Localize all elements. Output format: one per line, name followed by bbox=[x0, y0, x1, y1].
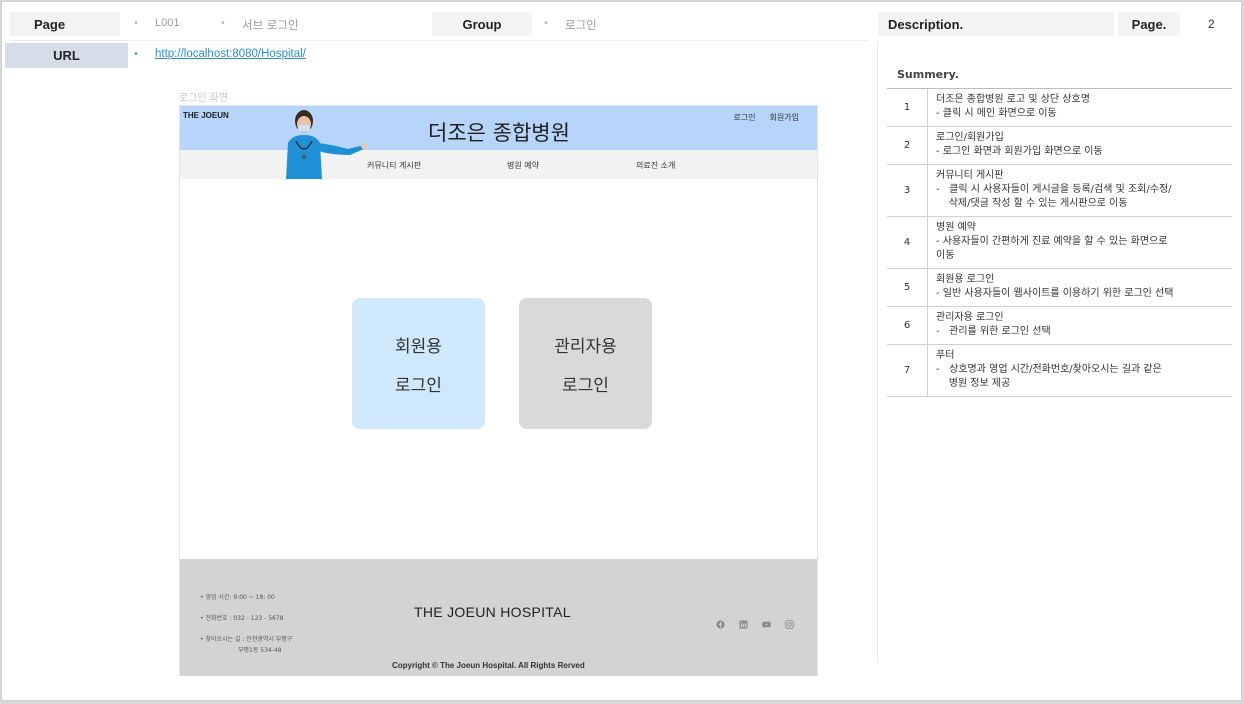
summary-line: 커뮤니티 게시판 bbox=[936, 170, 1004, 181]
login-screen-mockup: THE JOEUN 더조은 종합병원 로그인 회원가입 커뮤니티 게시판 병원 … bbox=[179, 105, 818, 676]
summary-line: - 일반 사용자들이 웹사이트를 이용하기 위한 로그인 선택 bbox=[936, 288, 1174, 299]
summary-row: 1 더조은 종합병원 로고 및 상단 상호명 - 클릭 시 메인 화면으로 이동 bbox=[887, 89, 1232, 127]
instagram-icon[interactable] bbox=[785, 614, 794, 629]
footer-address: • 찾아오시는 길 : 인천광역시 부평구 bbox=[200, 636, 293, 643]
linkedin-icon[interactable] bbox=[739, 614, 748, 629]
admin-login-button[interactable]: 관리자용 로그인 bbox=[519, 298, 652, 429]
summary-line: 관리자용 로그인 bbox=[936, 312, 1004, 323]
summary-row-text: 로그인/회원가입 - 로그인 화면과 회원가입 화면으로 이동 bbox=[928, 127, 1232, 164]
member-login-button[interactable]: 회원용 로그인 bbox=[352, 298, 485, 429]
member-login-line1: 회원용 bbox=[395, 336, 442, 357]
summary-line: - 클릭 시 사용자들이 게시글을 등록/검색 및 조회/수정/ bbox=[936, 184, 1172, 195]
summary-row-number: 5 bbox=[887, 269, 928, 306]
summary-line: 병원 예약 bbox=[936, 222, 976, 233]
nav-reservation[interactable]: 병원 예약 bbox=[507, 160, 539, 171]
brand-logo[interactable]: THE JOEUN bbox=[183, 111, 229, 120]
page-label: Page bbox=[10, 12, 120, 36]
admin-login-line2: 로그인 bbox=[562, 375, 609, 396]
group-value: 로그인 bbox=[565, 18, 597, 32]
description-label: Description. bbox=[878, 12, 1114, 36]
footer-phone: • 전화번호 : 032 - 123 - 5678 bbox=[200, 615, 284, 622]
footer-copyright: Copyright © The Joeun Hospital. All Righ… bbox=[392, 661, 585, 670]
bullet: • bbox=[543, 18, 549, 29]
social-links bbox=[716, 614, 794, 629]
summary-row: 6 관리자용 로그인 - 관리를 위한 로그인 선택 bbox=[887, 307, 1232, 345]
login-link[interactable]: 로그인 bbox=[733, 112, 755, 123]
summary-row: 4 병원 예약 - 사용자들이 간편하게 진료 예약을 할 수 있는 화면으로이동 bbox=[887, 217, 1232, 269]
summary-row-text: 커뮤니티 게시판 - 클릭 시 사용자들이 게시글을 등록/검색 및 조회/수정/… bbox=[928, 165, 1232, 216]
summary-table: 1 더조은 종합병원 로고 및 상단 상호명 - 클릭 시 메인 화면으로 이동 2 로… bbox=[887, 88, 1232, 397]
page-name: 서브 로그인 bbox=[242, 18, 299, 32]
summary-row-text: 회원용 로그인 - 일반 사용자들이 웹사이트를 이용하기 위한 로그인 선택 bbox=[928, 269, 1232, 306]
url-label: URL bbox=[5, 43, 128, 68]
summary-row-number: 2 bbox=[887, 127, 928, 164]
summary-row-number: 1 bbox=[887, 89, 928, 126]
hospital-title[interactable]: 더조은 종합병원 bbox=[428, 117, 570, 147]
storyboard-page: Page • L001 • 서브 로그인 Group • 로그인 Descrip… bbox=[1, 1, 1242, 701]
summary-line: - 클릭 시 메인 화면으로 이동 bbox=[936, 108, 1057, 119]
footer-hours: • 영업 시간: 9:00 ~ 18: 00 bbox=[200, 594, 275, 601]
footer-address-2: 부평1동 534-48 bbox=[238, 647, 282, 654]
bullet: • bbox=[133, 49, 139, 60]
summary-line: - 상호명과 영업 시간/전화번호/찾아오시는 길과 같은 bbox=[936, 364, 1162, 375]
page-id: L001 bbox=[155, 17, 180, 29]
signup-link[interactable]: 회원가입 bbox=[770, 112, 799, 123]
page-number: 2 bbox=[1208, 17, 1215, 31]
summary-line: 회원용 로그인 bbox=[936, 274, 995, 285]
summary-line: 푸터 bbox=[936, 350, 955, 361]
nav-community[interactable]: 커뮤니티 게시판 bbox=[367, 160, 421, 171]
bullet: • bbox=[133, 18, 139, 29]
divider bbox=[10, 40, 868, 41]
summary-row-text: 더조은 종합병원 로고 및 상단 상호명 - 클릭 시 메인 화면으로 이동 bbox=[928, 89, 1232, 126]
summary-title: Summery. bbox=[897, 68, 959, 81]
summary-line: - 관리를 위한 로그인 선택 bbox=[936, 326, 1051, 337]
panel-divider bbox=[877, 42, 878, 662]
summary-row: 2 로그인/회원가입 - 로그인 화면과 회원가입 화면으로 이동 bbox=[887, 127, 1232, 165]
youtube-icon[interactable] bbox=[762, 614, 771, 628]
summary-line: 병원 정보 제공 bbox=[936, 378, 1011, 389]
summary-row-number: 6 bbox=[887, 307, 928, 344]
site-nav: 커뮤니티 게시판 병원 예약 의료진 소개 bbox=[180, 150, 817, 179]
summary-row-number: 4 bbox=[887, 217, 928, 268]
admin-login-line1: 관리자용 bbox=[554, 336, 617, 357]
doctor-illustration bbox=[286, 110, 367, 179]
screen-caption: 로그인 화면 bbox=[179, 93, 229, 104]
bullet: • bbox=[220, 18, 226, 29]
group-label: Group bbox=[432, 12, 532, 36]
top-links: 로그인 회원가입 bbox=[733, 112, 799, 123]
summary-row: 5 회원용 로그인 - 일반 사용자들이 웹사이트를 이용하기 위한 로그인 선택 bbox=[887, 269, 1232, 307]
summary-row: 7 푸터 - 상호명과 영업 시간/전화번호/찾아오시는 길과 같은 병원 정보 제… bbox=[887, 345, 1232, 397]
page-number-label: Page. bbox=[1118, 12, 1180, 36]
site-header: THE JOEUN 더조은 종합병원 로그인 회원가입 bbox=[180, 106, 817, 150]
nav-staff[interactable]: 의료진 소개 bbox=[636, 160, 675, 171]
summary-line: 삭제/댓글 작성 할 수 있는 게시판으로 이동 bbox=[936, 198, 1128, 209]
summary-line: 이동 bbox=[936, 250, 955, 261]
summary-row-number: 3 bbox=[887, 165, 928, 216]
site-footer: • 영업 시간: 9:00 ~ 18: 00 • 전화번호 : 032 - 12… bbox=[180, 559, 817, 676]
summary-row-text: 푸터 - 상호명과 영업 시간/전화번호/찾아오시는 길과 같은 병원 정보 제공 bbox=[928, 345, 1232, 396]
member-login-line2: 로그인 bbox=[395, 375, 442, 396]
summary-line: 더조은 종합병원 로고 및 상단 상호명 bbox=[936, 94, 1090, 105]
summary-row-text: 병원 예약 - 사용자들이 간편하게 진료 예약을 할 수 있는 화면으로이동 bbox=[928, 217, 1232, 268]
summary-row-text: 관리자용 로그인 - 관리를 위한 로그인 선택 bbox=[928, 307, 1232, 344]
summary-line: 로그인/회원가입 bbox=[936, 132, 1004, 143]
footer-hospital-name: THE JOEUN HOSPITAL bbox=[414, 604, 571, 620]
summary-line: - 사용자들이 간편하게 진료 예약을 할 수 있는 화면으로 bbox=[936, 236, 1168, 247]
summary-line: - 로그인 화면과 회원가입 화면으로 이동 bbox=[936, 146, 1103, 157]
url-link[interactable]: http://localhost:8080/Hospital/ bbox=[155, 48, 306, 60]
summary-row-number: 7 bbox=[887, 345, 928, 396]
facebook-icon[interactable] bbox=[716, 614, 725, 629]
summary-row: 3 커뮤니티 게시판 - 클릭 시 사용자들이 게시글을 등록/검색 및 조회/수정… bbox=[887, 165, 1232, 217]
